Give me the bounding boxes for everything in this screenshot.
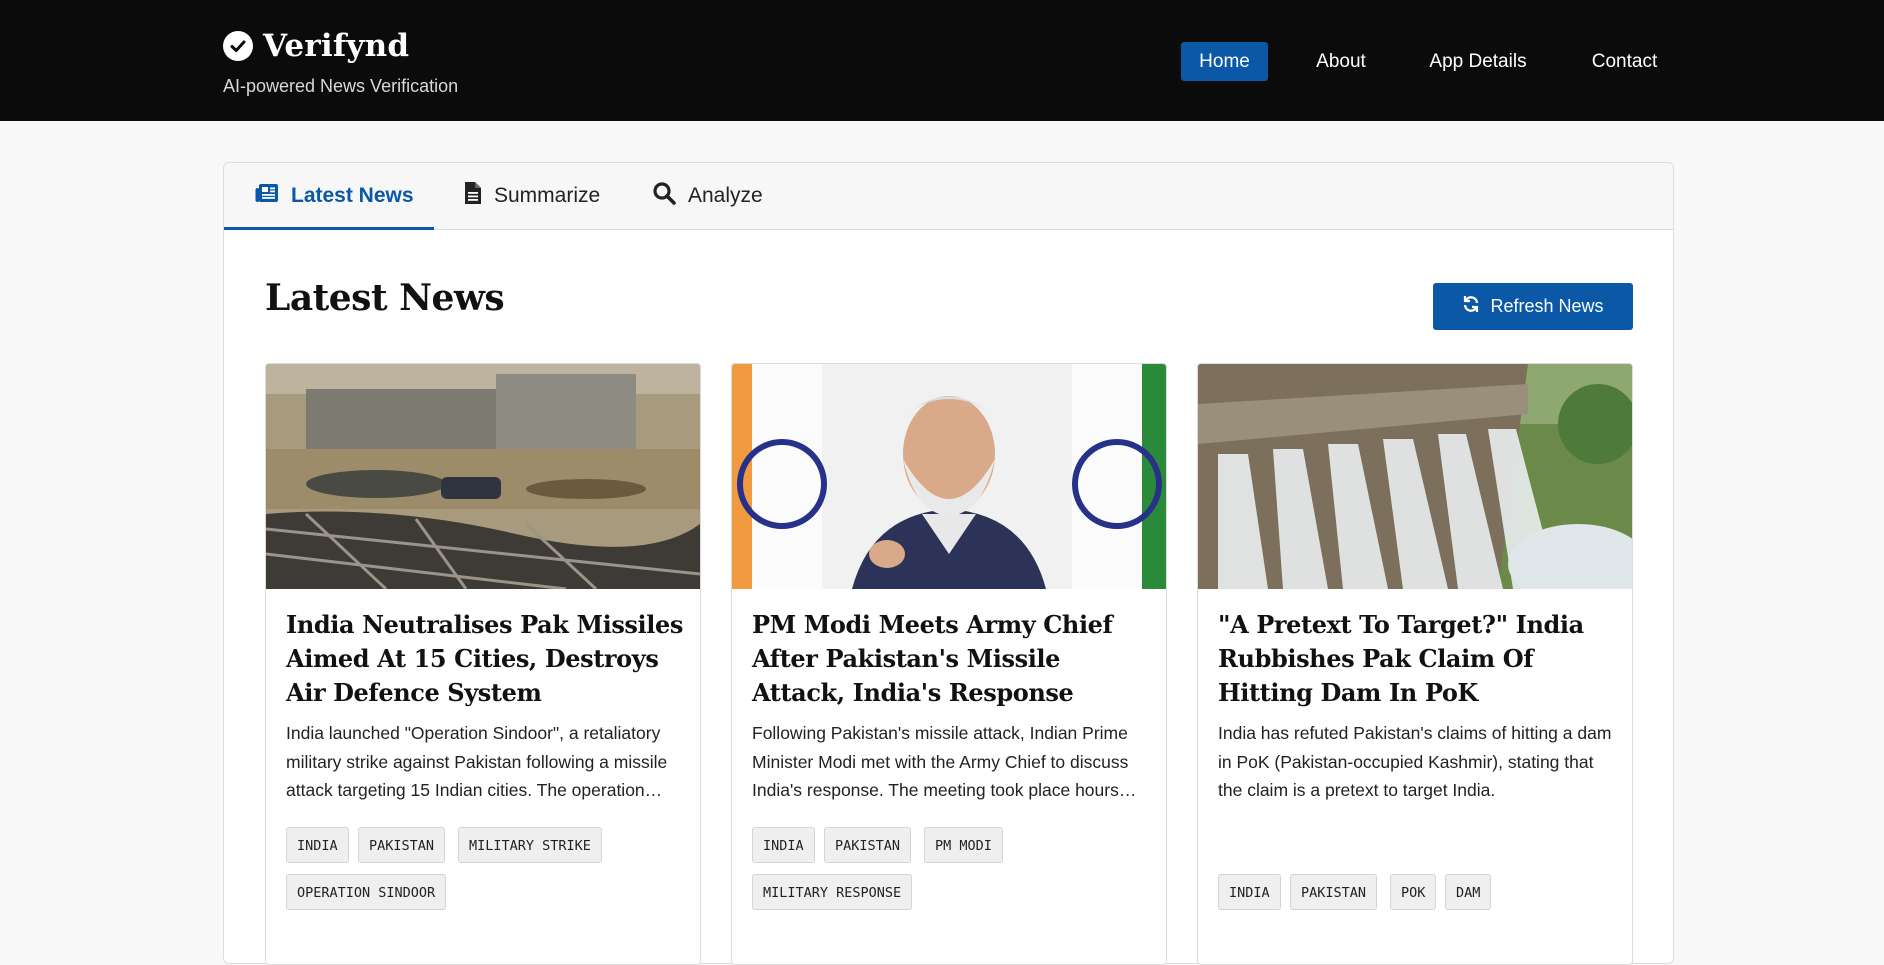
refresh-icon [1462, 295, 1480, 318]
news-summary: India launched "Operation Sindoor", a re… [286, 723, 668, 800]
newspaper-icon [255, 182, 279, 210]
tab-label: Analyze [688, 184, 763, 207]
tab-summarize[interactable]: Summarize [464, 163, 600, 229]
news-card[interactable]: "A Pretext To Target?" India Rubbishes P… [1197, 363, 1633, 965]
nav-contact[interactable]: Contact [1581, 42, 1668, 81]
tag[interactable]: PAKISTAN [824, 827, 912, 863]
nav-home[interactable]: Home [1181, 42, 1268, 81]
tab-label: Summarize [494, 184, 601, 207]
tag[interactable]: POK [1390, 874, 1437, 910]
brand-name: Verifynd [263, 28, 410, 64]
section-title: Latest News [265, 277, 505, 319]
tab-latest-news[interactable]: Latest News [224, 163, 434, 230]
top-header: Verifynd AI-powered News Verification Ho… [0, 0, 1884, 121]
news-summary: Following Pakistan's missile attack, Ind… [752, 723, 1137, 800]
tag[interactable]: PM MODI [924, 827, 1003, 863]
news-title[interactable]: "A Pretext To Target?" India Rubbishes P… [1218, 608, 1618, 710]
news-card[interactable]: India Neutralises Pak Missiles Aimed At … [265, 363, 701, 965]
refresh-news-button[interactable]: Refresh News [1433, 283, 1633, 330]
tag[interactable]: PAKISTAN [358, 827, 446, 863]
tag[interactable]: DAM [1445, 874, 1492, 910]
news-image [266, 364, 700, 591]
tab-bar: Latest News Summarize Analyze [224, 163, 1673, 230]
content-panel: Latest News Summarize Analyze Latest New… [223, 162, 1674, 965]
tag[interactable]: MILITARY RESPONSE [752, 874, 913, 910]
news-title[interactable]: India Neutralises Pak Missiles Aimed At … [286, 608, 686, 710]
nav-about[interactable]: About [1306, 42, 1376, 81]
refresh-label: Refresh News [1490, 296, 1604, 316]
brand-tagline: AI-powered News Verification [223, 76, 459, 96]
tag[interactable]: OPERATION SINDOOR [286, 874, 447, 910]
news-image [1198, 364, 1632, 604]
news-card[interactable]: PM Modi Meets Army Chief After Pakistan'… [731, 363, 1167, 965]
nav-app-details[interactable]: App Details [1421, 42, 1535, 81]
tag[interactable]: INDIA [1218, 874, 1281, 910]
check-circle-icon [223, 31, 253, 61]
search-icon [652, 181, 676, 211]
news-title[interactable]: PM Modi Meets Army Chief After Pakistan'… [752, 608, 1152, 710]
tag[interactable]: MILITARY STRIKE [458, 827, 602, 863]
tag[interactable]: INDIA [286, 827, 349, 863]
news-summary: India has refuted Pakistan's claims of h… [1218, 723, 1612, 800]
tab-label: Latest News [291, 184, 414, 207]
document-icon [464, 181, 482, 211]
brand[interactable]: Verifynd AI-powered News Verification [223, 28, 458, 97]
news-image [732, 364, 1166, 589]
tag[interactable]: INDIA [752, 827, 815, 863]
tag[interactable]: PAKISTAN [1290, 874, 1378, 910]
tab-analyze[interactable]: Analyze [652, 163, 763, 229]
